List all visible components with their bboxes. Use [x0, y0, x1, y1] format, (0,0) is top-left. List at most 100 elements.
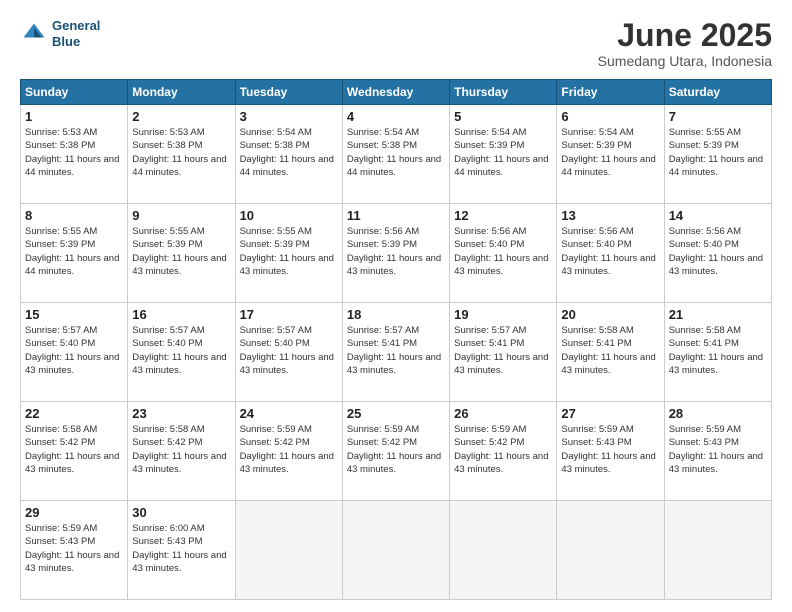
sunrise-text: Sunrise: 5:57 AM — [132, 325, 204, 336]
calendar-cell: 3Sunrise: 5:54 AMSunset: 5:38 PMDaylight… — [235, 105, 342, 204]
calendar: SundayMondayTuesdayWednesdayThursdayFrid… — [20, 79, 772, 600]
calendar-cell: 29Sunrise: 5:59 AMSunset: 5:43 PMDayligh… — [21, 501, 128, 600]
sunset-text: Sunset: 5:38 PM — [25, 140, 95, 151]
day-number: 8 — [25, 208, 123, 223]
sunset-text: Sunset: 5:41 PM — [669, 338, 739, 349]
daylight-text: Daylight: 11 hours and 44 minutes. — [240, 154, 334, 178]
sunrise-text: Sunrise: 5:54 AM — [561, 127, 633, 138]
header: General Blue June 2025 Sumedang Utara, I… — [20, 18, 772, 69]
daylight-text: Daylight: 11 hours and 43 minutes. — [347, 352, 441, 376]
daylight-text: Daylight: 11 hours and 44 minutes. — [25, 253, 119, 277]
day-info: Sunrise: 5:54 AMSunset: 5:39 PMDaylight:… — [454, 126, 552, 179]
weekday-tuesday: Tuesday — [235, 80, 342, 105]
calendar-cell: 26Sunrise: 5:59 AMSunset: 5:42 PMDayligh… — [450, 402, 557, 501]
day-number: 1 — [25, 109, 123, 124]
sunrise-text: Sunrise: 5:54 AM — [347, 127, 419, 138]
day-number: 25 — [347, 406, 445, 421]
calendar-cell: 15Sunrise: 5:57 AMSunset: 5:40 PMDayligh… — [21, 303, 128, 402]
sunset-text: Sunset: 5:42 PM — [25, 437, 95, 448]
sunset-text: Sunset: 5:40 PM — [561, 239, 631, 250]
daylight-text: Daylight: 11 hours and 43 minutes. — [561, 253, 655, 277]
sunrise-text: Sunrise: 5:58 AM — [25, 424, 97, 435]
sunrise-text: Sunrise: 5:57 AM — [25, 325, 97, 336]
calendar-cell: 9Sunrise: 5:55 AMSunset: 5:39 PMDaylight… — [128, 204, 235, 303]
daylight-text: Daylight: 11 hours and 43 minutes. — [561, 451, 655, 475]
weekday-monday: Monday — [128, 80, 235, 105]
sunrise-text: Sunrise: 5:53 AM — [132, 127, 204, 138]
sunset-text: Sunset: 5:39 PM — [561, 140, 631, 151]
day-info: Sunrise: 5:59 AMSunset: 5:43 PMDaylight:… — [561, 423, 659, 476]
day-number: 6 — [561, 109, 659, 124]
day-info: Sunrise: 5:54 AMSunset: 5:39 PMDaylight:… — [561, 126, 659, 179]
sunrise-text: Sunrise: 5:59 AM — [347, 424, 419, 435]
day-info: Sunrise: 5:55 AMSunset: 5:39 PMDaylight:… — [25, 225, 123, 278]
day-number: 3 — [240, 109, 338, 124]
weekday-header-row: SundayMondayTuesdayWednesdayThursdayFrid… — [21, 80, 772, 105]
day-number: 5 — [454, 109, 552, 124]
daylight-text: Daylight: 11 hours and 43 minutes. — [240, 451, 334, 475]
day-number: 23 — [132, 406, 230, 421]
day-info: Sunrise: 5:58 AMSunset: 5:42 PMDaylight:… — [132, 423, 230, 476]
calendar-cell: 6Sunrise: 5:54 AMSunset: 5:39 PMDaylight… — [557, 105, 664, 204]
day-number: 15 — [25, 307, 123, 322]
daylight-text: Daylight: 11 hours and 43 minutes. — [240, 253, 334, 277]
calendar-cell: 4Sunrise: 5:54 AMSunset: 5:38 PMDaylight… — [342, 105, 449, 204]
calendar-cell: 12Sunrise: 5:56 AMSunset: 5:40 PMDayligh… — [450, 204, 557, 303]
sunset-text: Sunset: 5:38 PM — [347, 140, 417, 151]
day-info: Sunrise: 5:56 AMSunset: 5:39 PMDaylight:… — [347, 225, 445, 278]
calendar-cell: 18 Sunrise: 5:57 AMSunset: 5:41 PMDayligh… — [342, 303, 449, 402]
calendar-body: 1 Sunrise: 5:53 AM Sunset: 5:38 PM Daylight… — [21, 105, 772, 600]
day-number: 27 — [561, 406, 659, 421]
location-subtitle: Sumedang Utara, Indonesia — [598, 53, 772, 69]
day-number: 16 — [132, 307, 230, 322]
day-number: 7 — [669, 109, 767, 124]
day-number: 29 — [25, 505, 123, 520]
week-row-1: 1 Sunrise: 5:53 AM Sunset: 5:38 PM Daylight… — [21, 105, 772, 204]
logo: General Blue — [20, 18, 100, 49]
sunrise-text: Sunrise: 5:54 AM — [240, 127, 312, 138]
sunset-text: Sunset: 5:43 PM — [25, 536, 95, 547]
daylight-text: Daylight: 11 hours and 43 minutes. — [132, 253, 226, 277]
day-number: 10 — [240, 208, 338, 223]
day-info: Sunrise: 5:59 AMSunset: 5:42 PMDaylight:… — [454, 423, 552, 476]
daylight-text: Daylight: 11 hours and 43 minutes. — [25, 451, 119, 475]
sunrise-text: Sunrise: 5:59 AM — [25, 523, 97, 534]
sunrise-text: Sunrise: 5:58 AM — [132, 424, 204, 435]
calendar-cell — [557, 501, 664, 600]
daylight-text: Daylight: 11 hours and 44 minutes. — [347, 154, 441, 178]
calendar-cell — [664, 501, 771, 600]
sunrise-text: Sunrise: 5:57 AM — [454, 325, 526, 336]
weekday-sunday: Sunday — [21, 80, 128, 105]
day-info: Sunrise: 5:56 AMSunset: 5:40 PMDaylight:… — [669, 225, 767, 278]
day-number: 18 — [347, 307, 445, 322]
weekday-saturday: Saturday — [664, 80, 771, 105]
calendar-cell: 30Sunrise: 6:00 AMSunset: 5:43 PMDayligh… — [128, 501, 235, 600]
daylight-text: Daylight: 11 hours and 43 minutes. — [669, 352, 763, 376]
calendar-cell: 7Sunrise: 5:55 AMSunset: 5:39 PMDaylight… — [664, 105, 771, 204]
daylight-text: Daylight: 11 hours and 43 minutes. — [669, 253, 763, 277]
sunrise-text: Sunrise: 5:54 AM — [454, 127, 526, 138]
sunset-text: Sunset: 5:39 PM — [132, 239, 202, 250]
day-number: 20 — [561, 307, 659, 322]
calendar-cell: 10Sunrise: 5:55 AMSunset: 5:39 PMDayligh… — [235, 204, 342, 303]
calendar-cell: 20Sunrise: 5:58 AMSunset: 5:41 PMDayligh… — [557, 303, 664, 402]
daylight-text: Daylight: 11 hours and 43 minutes. — [347, 253, 441, 277]
daylight-text: Daylight: 11 hours and 44 minutes. — [25, 154, 119, 178]
daylight-text: Daylight: 11 hours and 43 minutes. — [454, 451, 548, 475]
day-number: 12 — [454, 208, 552, 223]
sunset-text: Sunset: 5:39 PM — [669, 140, 739, 151]
title-area: June 2025 Sumedang Utara, Indonesia — [598, 18, 772, 69]
calendar-cell: 21Sunrise: 5:58 AMSunset: 5:41 PMDayligh… — [664, 303, 771, 402]
daylight-text: Daylight: 11 hours and 43 minutes. — [454, 253, 548, 277]
calendar-cell: 19Sunrise: 5:57 AMSunset: 5:41 PMDayligh… — [450, 303, 557, 402]
calendar-cell: 17Sunrise: 5:57 AMSunset: 5:40 PMDayligh… — [235, 303, 342, 402]
daylight-text: Daylight: 11 hours and 43 minutes. — [347, 451, 441, 475]
page: General Blue June 2025 Sumedang Utara, I… — [0, 0, 792, 612]
day-info: Sunrise: 5:54 AM Sunset: 5:38 PM Daylight:… — [347, 126, 445, 179]
day-info: Sunrise: 5:57 AMSunset: 5:41 PMDaylight:… — [347, 324, 445, 377]
calendar-cell: 13Sunrise: 5:56 AMSunset: 5:40 PMDayligh… — [557, 204, 664, 303]
sunrise-text: Sunrise: 5:53 AM — [25, 127, 97, 138]
sunrise-text: Sunrise: 5:55 AM — [132, 226, 204, 237]
daylight-text: Daylight: 11 hours and 43 minutes. — [240, 352, 334, 376]
week-row-3: 15Sunrise: 5:57 AMSunset: 5:40 PMDayligh… — [21, 303, 772, 402]
